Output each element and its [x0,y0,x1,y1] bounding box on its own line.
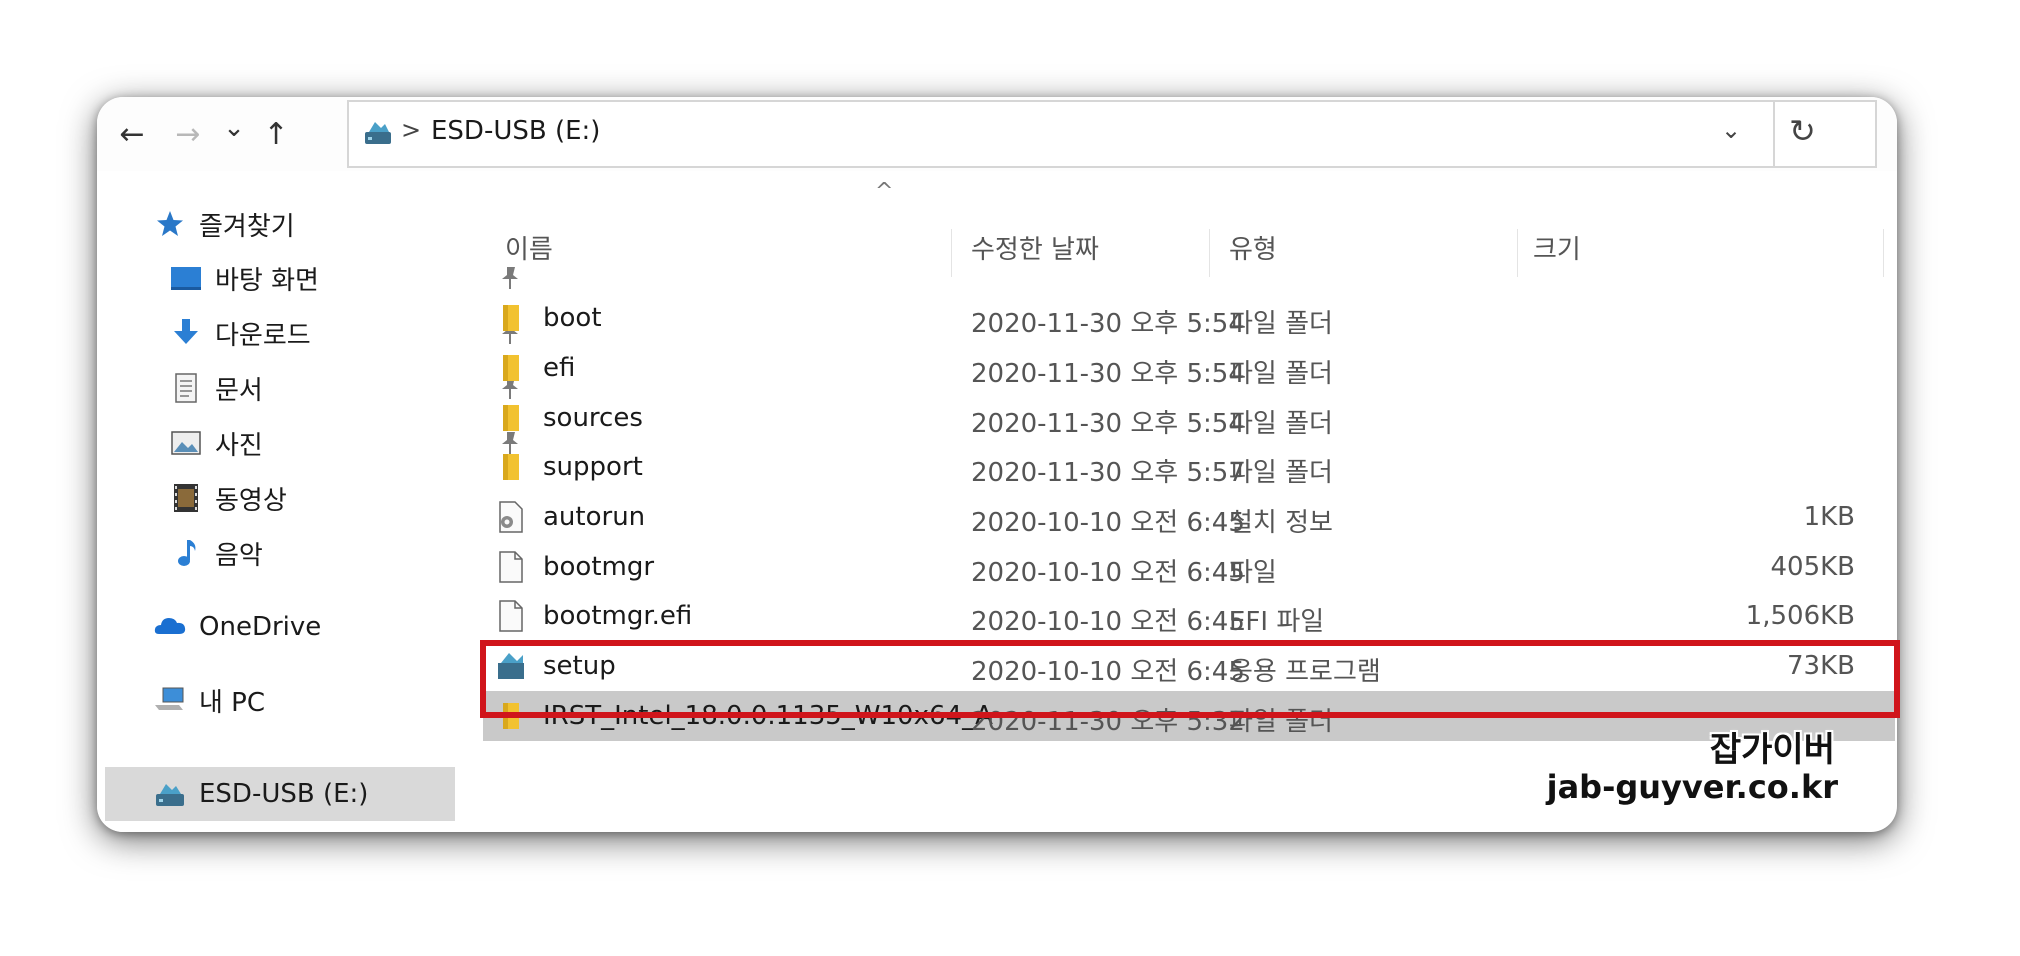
cloud-icon [154,618,186,634]
file-type: 파일 폴더 [1229,409,1333,439]
sidebar-item-label: OneDrive [199,612,322,642]
file-date: 2020-10-10 오전 6:45 [971,607,1245,637]
address-bar[interactable]: > ESD-USB (E:) ⌄ ↻ [347,100,1877,168]
column-header-size[interactable]: 크기 [1533,229,1581,266]
table-row[interactable]: boot 2020-11-30 오후 5:54 파일 폴더 [465,293,1897,343]
navigation-pane: 즐겨찾기 바탕 화면 다운로드 문서 사진 동영상 음악 OneDrive 내 … [97,171,518,832]
address-dropdown-icon[interactable]: ⌄ [1721,116,1741,144]
file-name: bootmgr [543,552,655,582]
file-icon [499,551,523,583]
folder-icon [503,355,519,381]
file-type: 파일 [1229,558,1277,588]
breadcrumb-separator: > [401,116,422,144]
sidebar-item-label: 음악 [215,540,263,571]
folder-icon [503,405,519,431]
sidebar-item-label: 문서 [215,375,263,406]
sidebar-item-label: 다운로드 [215,320,311,351]
breadcrumb-current[interactable]: ESD-USB (E:) [431,116,600,146]
video-icon [174,484,198,512]
file-name: bootmgr.efi [543,601,693,631]
sidebar-item-label: ESD-USB (E:) [199,779,369,809]
file-type: 파일 폴더 [1229,458,1333,488]
folder-icon [503,454,519,480]
table-row[interactable]: bootmgr 2020-10-10 오전 6:45 파일 405KB [465,542,1897,592]
pictures-icon [171,431,201,455]
column-divider[interactable] [1883,229,1884,277]
sort-ascending-icon: ^ [875,179,894,204]
sidebar-item-desktop[interactable]: 바탕 화면 [169,257,518,299]
file-type: 파일 폴더 [1229,309,1333,339]
file-size: 1KB [1803,502,1855,532]
setup-info-icon [499,501,523,533]
file-date: 2020-10-10 오전 6:45 [971,508,1245,538]
sidebar-item-esd-usb[interactable]: ESD-USB (E:) [105,767,455,821]
file-explorer-window: ← → ⌄ ↑ > ESD-USB (E:) ⌄ ↻ 즐겨찾기 바탕 화면 다운… [97,97,1897,832]
column-divider[interactable] [1209,229,1210,277]
file-date: 2020-11-30 오후 5:54 [971,409,1245,439]
arrow-left-icon: ← [119,116,145,152]
table-row[interactable]: sources 2020-11-30 오후 5:54 파일 폴더 [465,393,1897,443]
file-date: 2020-10-10 오전 6:45 [971,558,1245,588]
arrow-right-icon: → [175,116,201,152]
file-size: 1,506KB [1745,601,1855,631]
file-name: efi [543,353,576,383]
sidebar-item-label: 즐겨찾기 [199,211,295,242]
sidebar-item-label: 동영상 [215,485,287,516]
column-header-date[interactable]: 수정한 날짜 [971,229,1099,266]
file-name: support [543,452,643,482]
column-header-name[interactable]: 이름 [505,229,553,266]
star-icon [157,211,183,236]
desktop-icon [171,267,201,290]
file-list: ^ 이름 수정한 날짜 유형 크기 boot 2020-11-30 오후 5:5… [465,171,1897,832]
file-date: 2020-11-30 오후 5:54 [971,359,1245,389]
address-divider [1773,102,1775,166]
sidebar-item-documents[interactable]: 문서 [169,367,518,409]
file-date: 2020-11-30 오후 5:54 [971,309,1245,339]
table-row[interactable]: efi 2020-11-30 오후 5:54 파일 폴더 [465,343,1897,393]
music-icon [178,540,196,566]
sidebar-item-label: 사진 [215,430,263,461]
table-row[interactable]: bootmgr.efi 2020-10-10 오전 6:45 EFI 파일 1,… [465,591,1897,641]
chevron-down-icon: ⌄ [223,113,245,143]
watermark-title: 잡가이버 [1709,730,1835,770]
file-name: sources [543,403,643,433]
file-type: 설치 정보 [1229,508,1333,538]
refresh-icon[interactable]: ↻ [1789,112,1816,150]
back-button[interactable]: ← [109,111,155,157]
column-divider[interactable] [951,229,952,277]
sidebar-item-this-pc[interactable]: 내 PC [153,679,265,721]
table-row[interactable]: autorun 2020-10-10 오전 6:45 설치 정보 1KB [465,492,1897,542]
sidebar-item-onedrive[interactable]: OneDrive [153,606,321,648]
forward-button[interactable]: → [165,111,211,157]
recent-locations-button[interactable]: ⌄ [211,105,257,151]
file-type: 파일 폴더 [1229,359,1333,389]
navigation-bar: ← → ⌄ ↑ > ESD-USB (E:) ⌄ ↻ [97,97,1897,171]
table-row[interactable]: support 2020-11-30 오후 5:57 파일 폴더 [465,442,1897,492]
sidebar-item-downloads[interactable]: 다운로드 [169,312,518,354]
sidebar-item-videos[interactable]: 동영상 [169,477,287,519]
file-name: autorun [543,502,646,532]
highlight-annotation [480,640,1900,718]
file-icon [499,600,523,632]
file-type: EFI 파일 [1229,607,1325,637]
file-name: boot [543,303,602,333]
sidebar-item-quick-access[interactable]: 즐겨찾기 [153,203,295,245]
up-button[interactable]: ↑ [253,111,299,157]
usb-drive-icon [156,784,184,806]
column-divider[interactable] [1517,229,1518,277]
sidebar-item-label: 내 PC [199,687,266,718]
sidebar-item-label: 바탕 화면 [215,265,319,296]
sidebar-item-pictures[interactable]: 사진 [169,422,518,464]
file-date: 2020-11-30 오후 5:57 [971,458,1245,488]
document-icon [175,373,197,403]
folder-icon [503,305,519,331]
watermark-url: jab-guyver.co.kr [1546,768,1838,806]
usb-drive-icon [365,122,391,144]
sidebar-item-music[interactable]: 음악 [169,532,263,574]
file-size: 405KB [1770,552,1855,582]
arrow-up-icon: ↑ [263,116,289,152]
computer-icon [155,687,184,710]
column-header-type[interactable]: 유형 [1229,229,1277,266]
download-icon [174,319,198,344]
